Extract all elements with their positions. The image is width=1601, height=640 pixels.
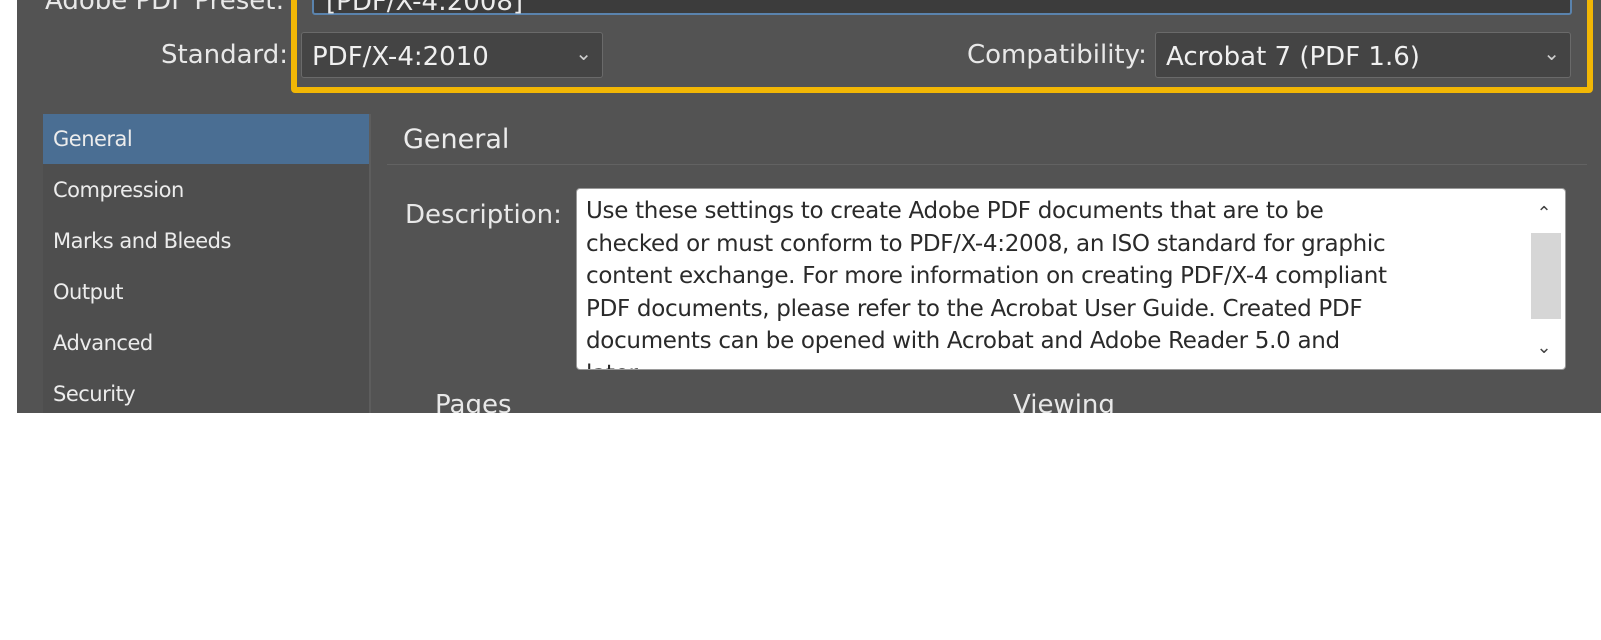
description-text: Use these settings to create Adobe PDF d…: [586, 195, 1506, 370]
standard-label: Standard:: [161, 40, 289, 70]
compatibility-label: Compatibility:: [967, 40, 1147, 70]
description-line: checked or must conform to PDF/X-4:2008,…: [586, 230, 1386, 257]
chevron-up-icon[interactable]: ⌃: [1527, 197, 1561, 231]
sidebar-item-output[interactable]: Output: [43, 267, 369, 317]
sidebar-item-compression[interactable]: Compression: [43, 165, 369, 215]
section-title: General: [403, 124, 510, 155]
preset-value: [PDF/X-4:2008]: [326, 0, 524, 17]
pages-label: Pages: [435, 390, 512, 413]
description-line: PDF documents, please refer to the Acrob…: [586, 295, 1363, 322]
description-scrollbar[interactable]: ⌃ ⌄: [1527, 193, 1561, 365]
sidebar-divider: [369, 114, 371, 413]
sidebar: General Compression Marks and Bleeds Out…: [43, 114, 369, 413]
section-divider: [387, 164, 1587, 165]
standard-value: PDF/X-4:2010: [312, 42, 489, 72]
description-label: Description:: [405, 200, 562, 230]
sidebar-item-marks-and-bleeds[interactable]: Marks and Bleeds: [43, 216, 369, 266]
sidebar-item-general[interactable]: General: [43, 114, 369, 164]
compatibility-select[interactable]: Acrobat 7 (PDF 1.6) ⌄: [1155, 32, 1571, 78]
description-line: documents can be opened with Acrobat and…: [586, 328, 1340, 354]
preset-select[interactable]: [PDF/X-4:2008] ⌄: [312, 0, 1572, 17]
description-line: content exchange. For more information o…: [586, 263, 1387, 289]
chevron-down-icon: ⌄: [1541, 0, 1556, 5]
compatibility-value: Acrobat 7 (PDF 1.6): [1166, 42, 1420, 72]
description-line: Use these settings to create Adobe PDF d…: [586, 198, 1324, 224]
sidebar-item-advanced[interactable]: Advanced: [43, 318, 369, 368]
preset-label: Adobe PDF Preset:: [45, 0, 285, 16]
export-pdf-dialog: Adobe PDF Preset: [PDF/X-4:2008] ⌄ Stand…: [17, 0, 1601, 413]
standard-select[interactable]: PDF/X-4:2010 ⌄: [301, 32, 603, 78]
scroll-thumb[interactable]: [1531, 233, 1561, 319]
chevron-down-icon: ⌄: [575, 41, 592, 65]
chevron-down-icon: ⌄: [1543, 41, 1560, 65]
sidebar-item-security[interactable]: Security: [43, 369, 369, 413]
description-textarea[interactable]: Use these settings to create Adobe PDF d…: [576, 188, 1566, 370]
viewing-label: Viewing: [1013, 390, 1115, 413]
description-line: later.: [586, 358, 1506, 370]
chevron-down-icon[interactable]: ⌄: [1527, 331, 1561, 365]
